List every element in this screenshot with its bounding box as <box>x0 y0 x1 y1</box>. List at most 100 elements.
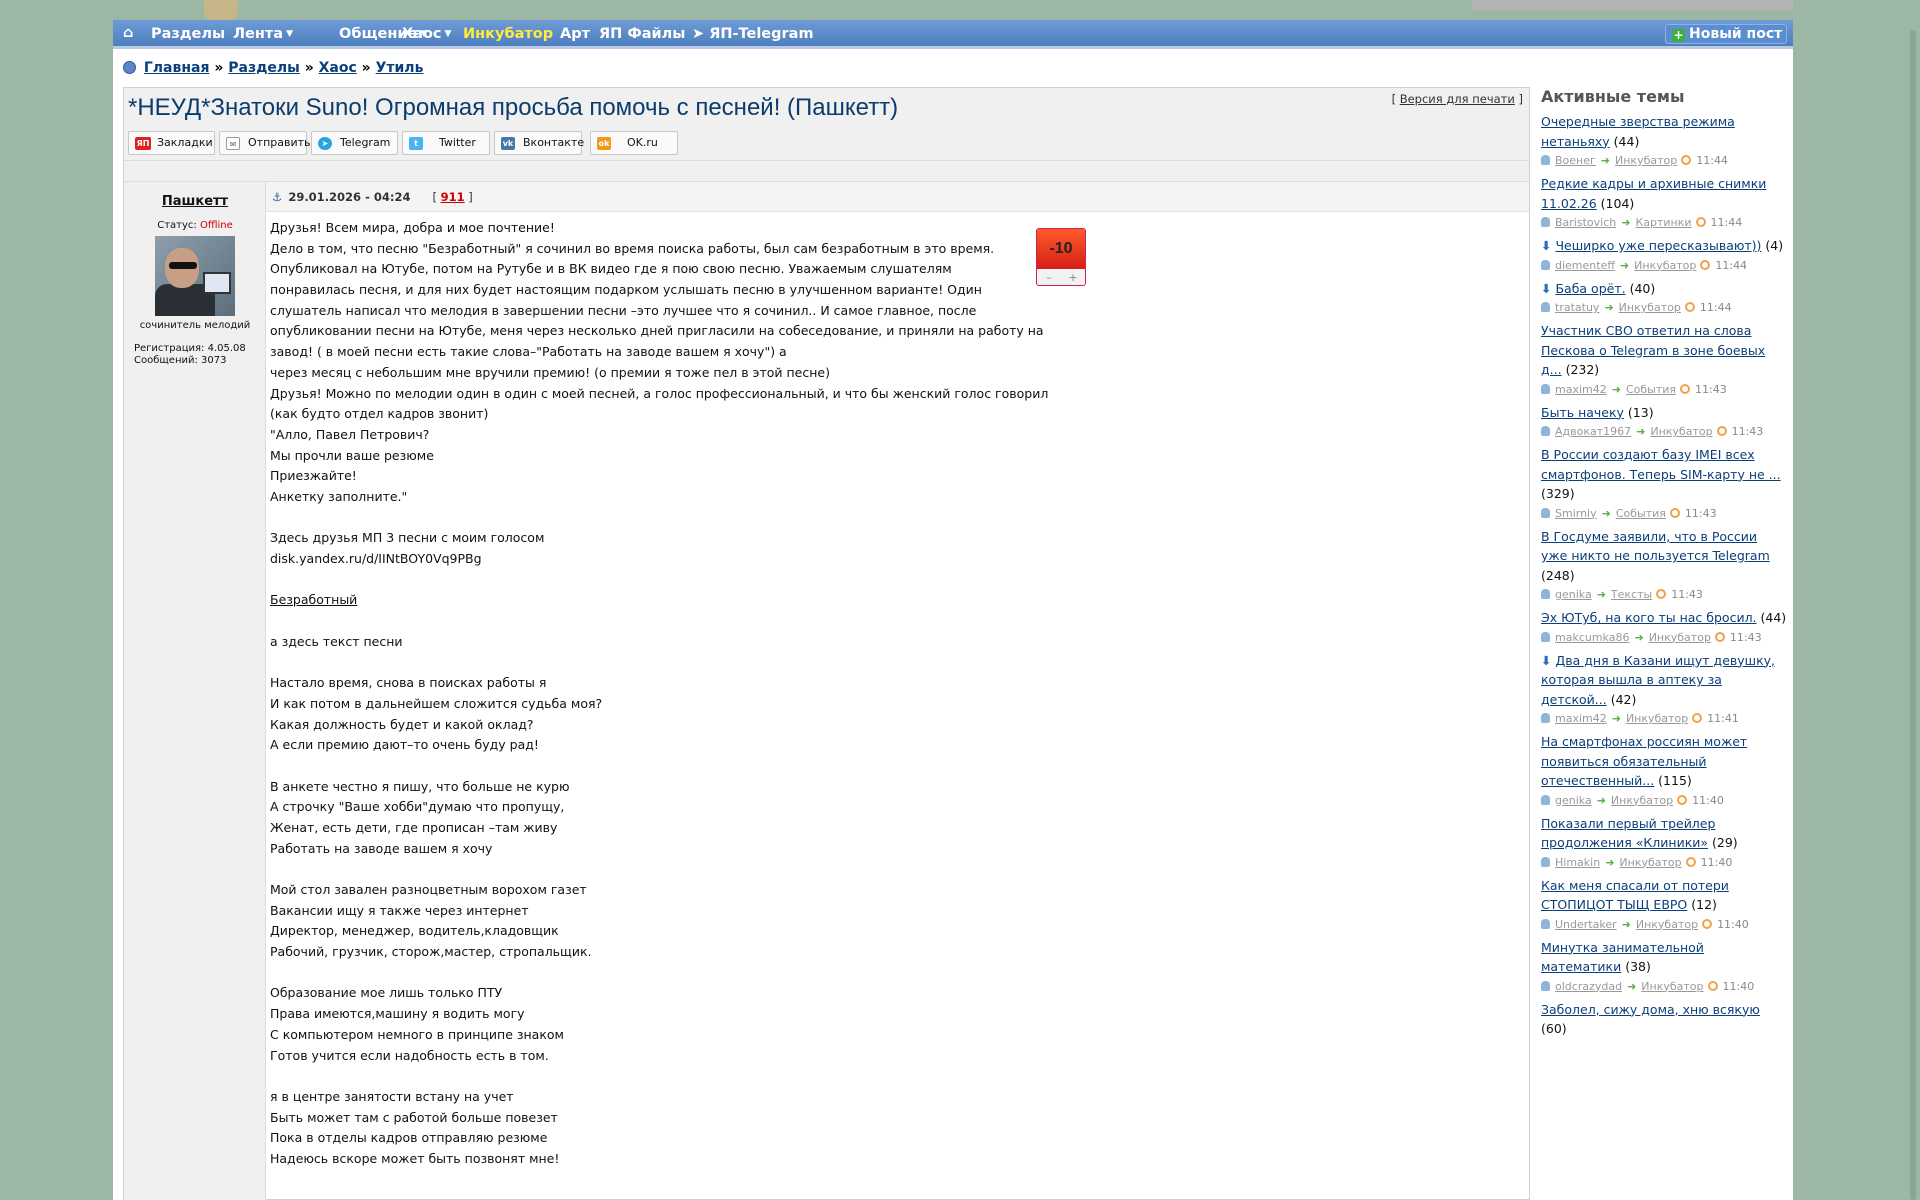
nav-item-feed[interactable]: Лента ▼ <box>233 26 293 42</box>
nav-item-telegram[interactable]: ➤ ЯП-Telegram <box>692 26 814 42</box>
topic-user-link[interactable]: tratatuy <box>1555 301 1599 314</box>
share-ok-button[interactable]: ok OK.ru <box>590 131 678 155</box>
anchor-icon[interactable]: ⚓ <box>272 190 282 204</box>
rating-minus-button[interactable]: – <box>1037 270 1061 285</box>
breadcrumb-junk[interactable]: Утиль <box>376 60 424 76</box>
topic-item: На смартфонах россиян может появиться об… <box>1541 732 1787 811</box>
author-name[interactable]: Пашкетт <box>124 194 266 209</box>
topic-section-link[interactable]: Инкубатор <box>1649 631 1711 644</box>
topic-section-link[interactable]: Инкубатор <box>1641 980 1703 993</box>
topic-section-link[interactable]: Картинки <box>1635 216 1691 229</box>
share-telegram-button[interactable]: ➤ Telegram <box>311 131 398 155</box>
topic-link[interactable]: Быть начеку <box>1541 405 1624 420</box>
home-icon[interactable]: ⌂ <box>123 25 133 41</box>
share-send-button[interactable]: ✉ Отправить <box>219 131 311 155</box>
avatar[interactable] <box>155 236 235 316</box>
nav-item-incubator[interactable]: Инкубатор <box>463 26 553 42</box>
clock-icon <box>1677 794 1688 805</box>
post-number-link[interactable]: 911 <box>441 190 465 204</box>
clock-icon <box>1669 507 1680 518</box>
topic-section-link[interactable]: Инкубатор <box>1611 794 1673 807</box>
nav-item-sections[interactable]: Разделы <box>151 26 225 42</box>
topic-meta: Himakin ➜ Инкубатор 11:40 <box>1541 853 1787 873</box>
topic-section-link[interactable]: Инкубатор <box>1619 856 1681 869</box>
post-line: Здесь друзья МП 3 песни с моим голосом <box>270 530 545 546</box>
topic-link[interactable]: На смартфонах россиян может появиться об… <box>1541 734 1747 788</box>
topic-time: 11:43 <box>1729 630 1762 644</box>
topic-link[interactable]: Эх ЮТуб, на кого ты нас бросил. <box>1541 610 1757 625</box>
topic-user-link[interactable]: genika <box>1555 588 1592 601</box>
nav-item-art[interactable]: Арт <box>560 26 590 42</box>
topic-user-link[interactable]: maxim42 <box>1555 712 1607 725</box>
post-line <box>270 570 1090 591</box>
topic-section-link[interactable]: Инкубатор <box>1619 301 1681 314</box>
topic-count: (38) <box>1625 959 1651 974</box>
topic-title-line: В Госдуме заявили, что в России уже никт… <box>1541 527 1787 586</box>
topic-section-link[interactable]: Инкубатор <box>1634 259 1696 272</box>
topic-user-link[interactable]: Адвокат1967 <box>1555 425 1631 438</box>
topic-user-link[interactable]: Baristovich <box>1555 216 1616 229</box>
post-line: Быть может там с работой больше повезет <box>270 1109 558 1125</box>
post-line: Опубликовал на Ютубе, потом на Рутубе и … <box>270 261 952 277</box>
post-body: Друзья! Всем мира, добра и мое почтение!… <box>270 218 1090 1170</box>
topic-link[interactable]: Баба орёт. <box>1555 281 1625 296</box>
topic-user-link[interactable]: Himakin <box>1555 856 1600 869</box>
print-version-link[interactable]: Версия для печати <box>1400 92 1515 106</box>
share-bookmarks-button[interactable]: ЯП Закладки <box>128 131 215 155</box>
breadcrumb-chaos[interactable]: Хаос <box>319 60 357 76</box>
topic-user-link[interactable]: makcumka86 <box>1555 631 1629 644</box>
topic-link[interactable]: Минутка занимательной математики <box>1541 940 1704 975</box>
topic-section-link[interactable]: События <box>1616 507 1666 520</box>
topic-user-link[interactable]: oldcrazydad <box>1555 980 1622 993</box>
topic-user-link[interactable]: genika <box>1555 794 1592 807</box>
spacer-bar <box>124 160 1529 182</box>
topic-link[interactable]: Чеширко уже пересказывают)) <box>1555 238 1761 253</box>
topic-user-link[interactable]: maxim42 <box>1555 383 1607 396</box>
nav-item-files[interactable]: ЯП Файлы <box>599 26 685 42</box>
topic-link[interactable]: Редкие кадры и архивные снимки 11.02.26 <box>1541 176 1766 211</box>
topic-user-link[interactable]: Smirniy <box>1555 507 1597 520</box>
post-line <box>270 756 1090 777</box>
post-line <box>270 859 1090 880</box>
topic-title-line: Показали первый трейлер продолжения «Кли… <box>1541 814 1787 853</box>
new-post-button[interactable]: + Новый пост <box>1665 24 1787 44</box>
header-decoration <box>204 0 238 20</box>
topic-link[interactable]: В России создают базу IMEI всех смартфон… <box>1541 447 1781 482</box>
topic-section-link[interactable]: Инкубатор <box>1650 425 1712 438</box>
topic-section-link[interactable]: Тексты <box>1611 588 1652 601</box>
post-line: Женат, есть дети, где прописан –там живу <box>270 819 558 835</box>
topic-section-link[interactable]: События <box>1626 383 1676 396</box>
topic-link[interactable]: В Госдуме заявили, что в России уже никт… <box>1541 529 1770 564</box>
scrollbar-thumb[interactable] <box>1910 30 1916 1200</box>
post-line: Вакансии ищу я также через интернет <box>270 902 529 918</box>
post-line: А строчку "Ваше хобби"думаю что пропущу, <box>270 799 565 815</box>
post-line: Образование мое лишь только ПТУ <box>270 985 503 1001</box>
topic-count: (44) <box>1760 610 1787 625</box>
topic-user-link[interactable]: Undertaker <box>1555 918 1617 931</box>
clock-icon <box>1684 302 1695 312</box>
share-vk-button[interactable]: vk Вконтакте <box>494 131 584 155</box>
topic-section-link[interactable]: Инкубатор <box>1636 918 1698 931</box>
topic-time: 11:44 <box>1710 216 1743 229</box>
topic-section-link[interactable]: Инкубатор <box>1615 154 1677 167</box>
topic-user-link[interactable]: diementeff <box>1555 259 1615 272</box>
topic-meta: Адвокат1967 ➜ Инкубатор 11:43 <box>1541 422 1787 442</box>
user-icon <box>1541 713 1550 723</box>
post-line <box>270 1066 1090 1087</box>
page-container: ⌂ Разделы Лента ▼ Общение ▼ Хаос ▼ Инкубато… <box>113 20 1793 1200</box>
breadcrumb-sections[interactable]: Разделы <box>228 60 300 76</box>
share-twitter-button[interactable]: t Twitter <box>402 131 490 155</box>
topic-link[interactable]: Показали первый трейлер продолжения «Кли… <box>1541 816 1715 851</box>
topic-section-link[interactable]: Инкубатор <box>1626 712 1688 725</box>
topic-link[interactable]: Заболел, сижу дома, хню всякую <box>1541 1002 1760 1017</box>
breadcrumb-home[interactable]: Главная <box>144 60 210 76</box>
nav-item-chaos[interactable]: Хаос ▼ <box>402 26 451 42</box>
post-link[interactable]: Безработный <box>270 590 1090 611</box>
topic-user-link[interactable]: Военег <box>1555 154 1596 167</box>
post-line: Друзья! Можно по мелодии один в один с м… <box>270 385 1049 401</box>
topic-count: (104) <box>1600 195 1635 211</box>
rating-plus-button[interactable]: + <box>1061 270 1085 285</box>
post-line: disk.yandex.ru/d/IINtBOY0Vq9PBg <box>270 551 482 566</box>
topic-link[interactable]: Два дня в Казани ищут девушку, которая в… <box>1541 653 1775 707</box>
avatar-caption: сочинитель мелодий <box>139 320 251 331</box>
